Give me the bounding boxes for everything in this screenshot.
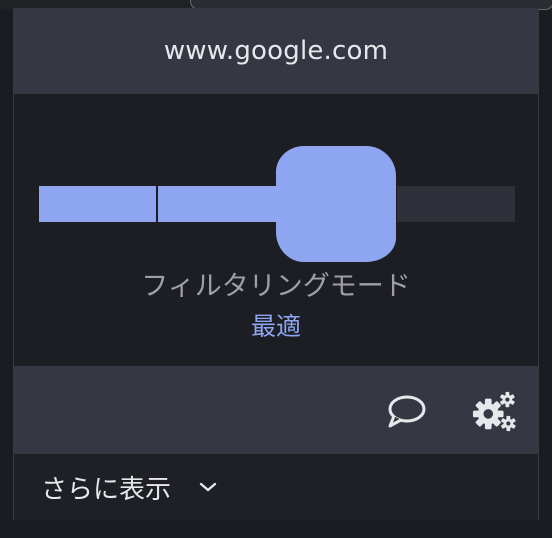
slider-segment-4[interactable] — [397, 186, 515, 222]
popup-header: www.google.com — [14, 8, 538, 94]
filtering-mode-label: フィルタリングモード — [141, 271, 411, 302]
filter-panel: フィルタリングモード 最適 — [14, 94, 538, 366]
slider-thumb[interactable] — [276, 146, 396, 262]
show-more-button[interactable]: さらに表示 — [41, 469, 219, 506]
site-domain: www.google.com — [163, 36, 389, 66]
filtering-mode-slider[interactable] — [39, 119, 517, 262]
slider-segment-1[interactable] — [39, 186, 156, 222]
gears-icon[interactable] — [472, 390, 516, 434]
speech-bubble-icon[interactable] — [384, 390, 428, 434]
popup-footer: さらに表示 — [14, 454, 538, 520]
extension-popup: www.google.com フィルタリングモード 最適 さらに表示 — [13, 8, 539, 520]
slider-segment-2[interactable] — [158, 186, 276, 222]
show-more-label: さらに表示 — [41, 474, 172, 505]
filtering-mode-value: 最適 — [250, 312, 301, 341]
popup-toolbar — [14, 366, 538, 454]
chevron-down-icon — [197, 476, 219, 498]
